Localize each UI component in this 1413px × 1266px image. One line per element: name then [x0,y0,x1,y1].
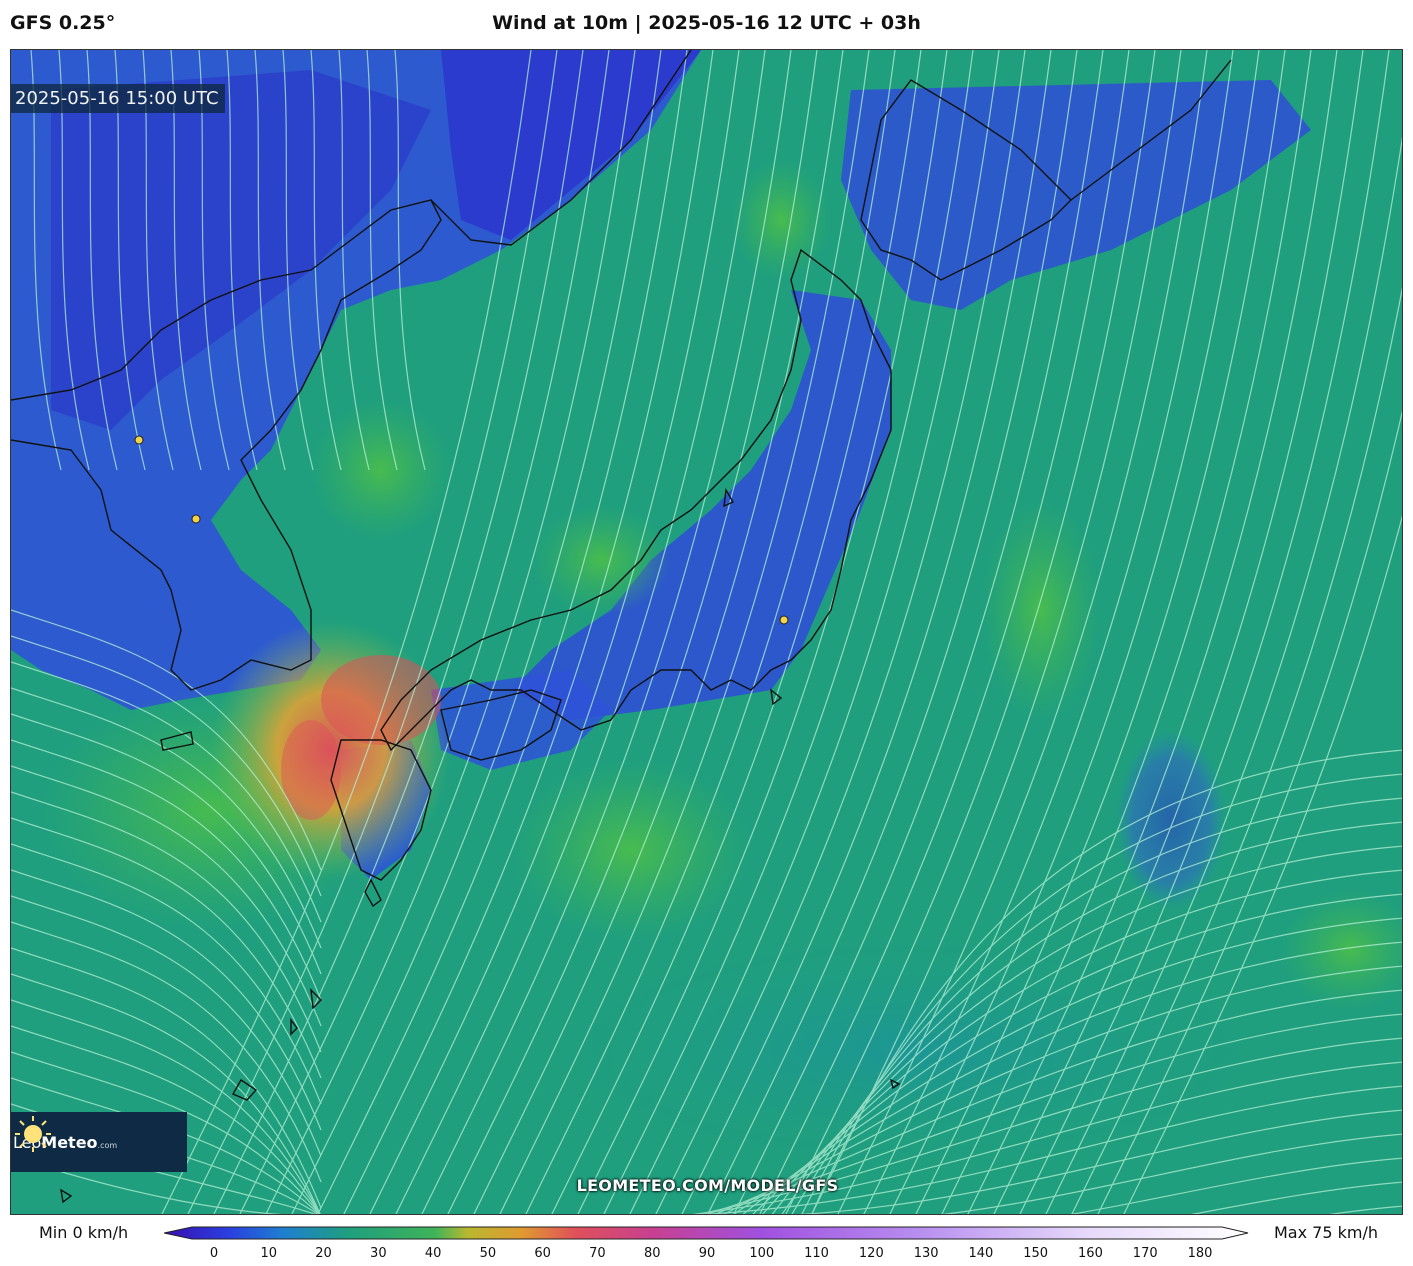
colorbar-tick-10: 10 [260,1246,278,1261]
colorbar-tick-120: 120 [858,1246,884,1261]
colorbar-tick-140: 140 [968,1246,994,1261]
legend-max-label: Max 75 km/h [1274,1223,1378,1242]
valid-time-label: 2025-05-16 15:00 UTC [11,84,225,113]
colorbar-tick-0: 0 [209,1246,219,1261]
colorbar-tick-60: 60 [534,1246,551,1261]
sun-icon [15,1116,51,1152]
colorbar-tick-110: 110 [804,1246,829,1261]
strong-wind-area [211,620,451,880]
colorbar-tick-50: 50 [479,1246,497,1261]
colorbar-tick-170: 170 [1132,1246,1158,1261]
city-marker-seoul [191,514,201,524]
source-url[interactable]: LEOMETEO.COM/MODEL/GFS [11,1176,1402,1195]
colorbar-tick-150: 150 [1023,1246,1049,1261]
colorbar-tick-40: 40 [424,1246,442,1261]
colorbar-tick-130: 130 [913,1246,939,1261]
colorbar-tick-160: 160 [1078,1246,1103,1261]
city-marker-tokyo [779,615,789,625]
colorbar-tick-100: 100 [749,1246,775,1261]
colorbar-tick-20: 20 [315,1246,332,1261]
chart-title: Wind at 10m | 2025-05-16 12 UTC + 03h [492,12,921,34]
colorbar-tick-labels: 0 10 20 30 40 50 60 70 80 90 100 110 120 130 140 150 160… [0,1246,1413,1266]
colorbar-tick-90: 90 [698,1246,716,1261]
colorbar-tick-80: 80 [643,1246,661,1261]
colorbar-tick-30: 30 [370,1246,387,1261]
leometeo-logo[interactable]: LeoMeteo.com [11,1112,187,1172]
legend-min-label: Min 0 km/h [39,1223,129,1242]
colorbar-tick-180: 180 [1187,1246,1213,1261]
wind-map[interactable]: 2025-05-16 15:00 UTC LeoMeteo.com LEOMET… [10,49,1403,1215]
wind-speed-colorbar [164,1226,1249,1240]
city-marker-pyongyang [134,435,144,445]
wind-field-graphic [11,50,1402,1214]
colorbar-tick-70: 70 [589,1246,606,1261]
